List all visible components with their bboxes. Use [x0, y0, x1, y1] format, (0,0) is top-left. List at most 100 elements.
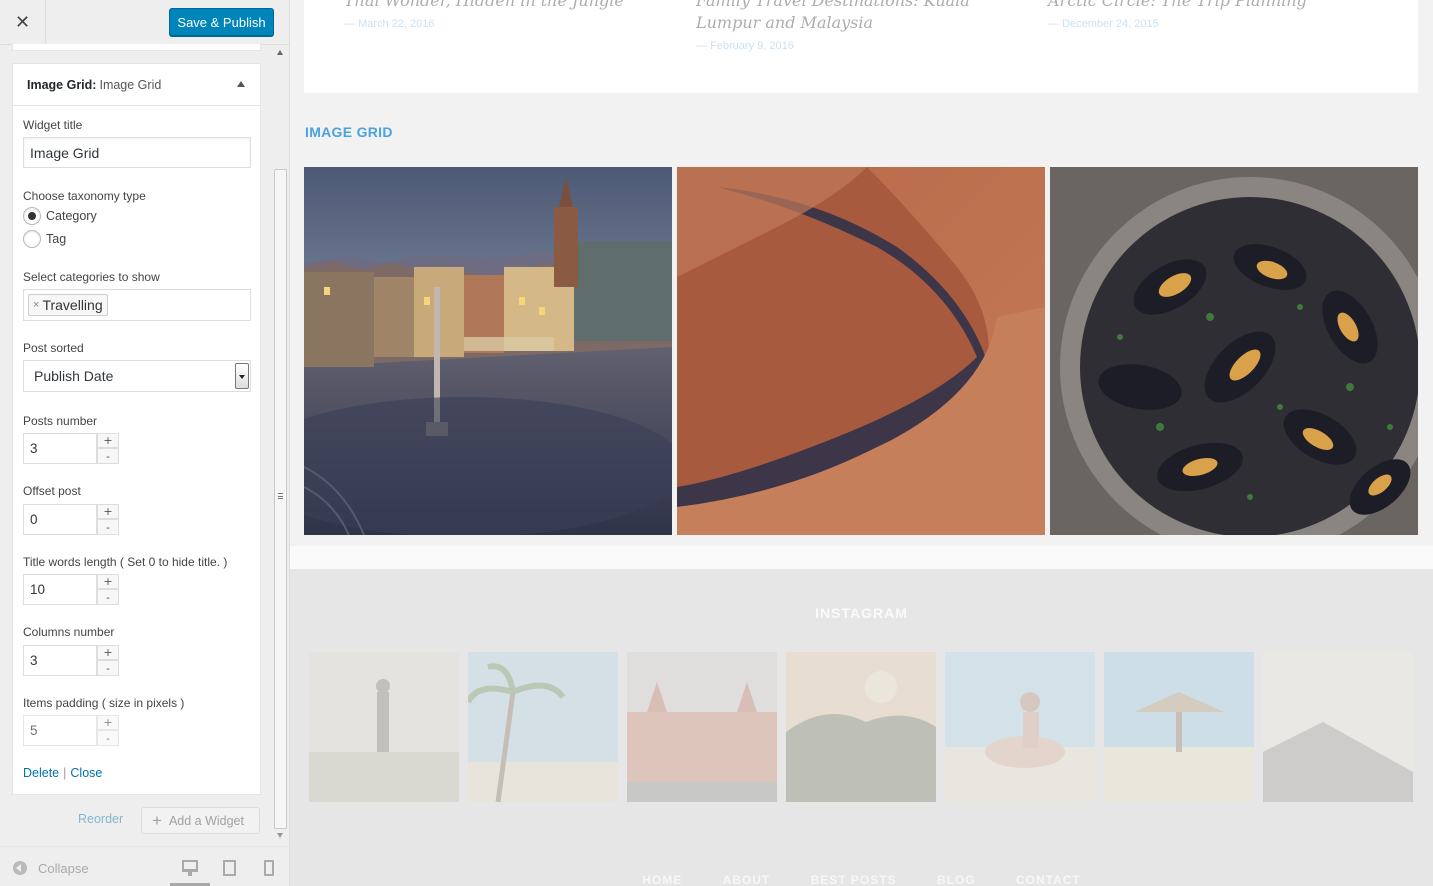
widget-header-title: Image Grid — [99, 77, 162, 92]
post-card[interactable]: Family Travel Destinations: Kuala Lumpur… — [696, 0, 1026, 52]
title-length-stepper[interactable]: 10 + - — [23, 574, 119, 605]
remove-tag-icon[interactable]: × — [33, 299, 39, 311]
widget-actions: Delete | Close — [23, 766, 102, 780]
decrement-button[interactable]: - — [97, 448, 119, 464]
reorder-link[interactable]: Reorder — [78, 812, 123, 826]
widget-title-input[interactable]: Image Grid — [23, 137, 251, 168]
columns-number-label: Columns number — [23, 625, 115, 639]
instagram-photo[interactable] — [627, 652, 777, 802]
close-customizer-icon[interactable]: ✕ — [0, 0, 46, 45]
taxonomy-option-category[interactable]: Category — [23, 207, 97, 225]
increment-button[interactable]: + — [97, 433, 119, 448]
post-date: February 9, 2016 — [696, 40, 1026, 52]
decrement-button[interactable]: - — [97, 660, 119, 676]
post-title[interactable]: Family Travel Destinations: Kuala Lumpur… — [696, 0, 1026, 34]
widget-title-label: Widget title — [23, 118, 83, 132]
actions-separator: | — [63, 766, 67, 780]
close-widget-link[interactable]: Close — [70, 766, 102, 780]
posts-number-label: Posts number — [23, 414, 98, 428]
decrement-button[interactable]: - — [97, 519, 119, 535]
recent-posts-row: Thai Wonder, Hidden in the Jungle March … — [304, 0, 1418, 93]
post-sorted-value: Publish Date — [34, 368, 114, 384]
customizer-header: ✕ Save & Publish — [0, 0, 289, 45]
tag-radio[interactable] — [23, 230, 41, 248]
items-padding-stepper[interactable]: 5 + - — [23, 715, 119, 746]
categories-label: Select categories to show — [23, 270, 160, 284]
sidebar-scrollbar[interactable] — [272, 44, 289, 844]
post-date: December 24, 2015 — [1048, 18, 1348, 30]
grid-image-city[interactable] — [304, 167, 672, 535]
category-tag-travelling: × Travelling — [28, 294, 108, 316]
scroll-down-arrow-icon[interactable] — [277, 833, 283, 838]
items-padding-label: Items padding ( size in pixels ) — [23, 696, 185, 710]
footer-nav-contact[interactable]: CONTACT — [1016, 873, 1081, 886]
site-preview: Thai Wonder, Hidden in the Jungle March … — [290, 0, 1433, 886]
post-title[interactable]: Arctic Circle: The Trip Planning — [1048, 0, 1348, 12]
instagram-photo[interactable] — [786, 652, 936, 802]
decrement-button[interactable]: - — [97, 730, 119, 746]
grid-image-desert[interactable] — [677, 167, 1045, 535]
post-sorted-label: Post sorted — [23, 341, 84, 355]
previous-widget-stub — [12, 44, 261, 51]
category-radio[interactable] — [23, 207, 41, 225]
customizer-sidebar: ✕ Save & Publish Image Grid: Image Grid … — [0, 0, 290, 886]
post-date: March 22, 2016 — [344, 18, 644, 30]
post-sorted-select[interactable]: Publish Date — [23, 360, 251, 392]
footer-nav-about[interactable]: ABOUT — [723, 873, 771, 886]
post-title[interactable]: Thai Wonder, Hidden in the Jungle — [344, 0, 644, 12]
widget-header[interactable]: Image Grid: Image Grid — [13, 64, 260, 106]
image-grid-widget: Image Grid: Image Grid Widget title Imag… — [12, 63, 261, 795]
columns-number-stepper[interactable]: 3 + - — [23, 645, 119, 676]
save-publish-button[interactable]: Save & Publish — [169, 8, 274, 36]
tablet-preview-icon[interactable] — [223, 860, 236, 876]
plus-icon: + — [152, 810, 162, 830]
posts-number-stepper[interactable]: 3 + - — [23, 433, 119, 464]
post-card[interactable]: Arctic Circle: The Trip Planning Decembe… — [1048, 0, 1348, 30]
instagram-photo[interactable] — [468, 652, 618, 802]
footer-nav-best-posts[interactable]: BEST POSTS — [811, 873, 897, 886]
increment-button[interactable]: + — [97, 715, 119, 730]
collapse-arrow-icon[interactable] — [13, 861, 27, 875]
instagram-section: INSTAGRAM HOME ABOUT BEST POSTS BLOG CON… — [290, 569, 1433, 886]
taxonomy-option-tag[interactable]: Tag — [23, 230, 66, 248]
image-grid-heading: IMAGE GRID — [305, 124, 393, 140]
categories-multiselect[interactable]: × Travelling — [23, 289, 251, 321]
offset-post-stepper[interactable]: 0 + - — [23, 504, 119, 535]
scroll-grip-icon — [278, 493, 283, 499]
instagram-photo[interactable] — [309, 652, 459, 802]
delete-widget-link[interactable]: Delete — [23, 766, 59, 780]
scrollbar-thumb[interactable] — [274, 169, 287, 829]
widget-header-type: Image Grid: — [27, 77, 97, 92]
decrement-button[interactable]: - — [97, 589, 119, 605]
posts-number-input[interactable]: 3 — [23, 433, 97, 464]
collapse-button[interactable]: Collapse — [38, 861, 89, 876]
desktop-preview-icon[interactable] — [182, 860, 198, 876]
grid-image-mussels[interactable] — [1050, 167, 1418, 535]
footer-nav-home[interactable]: HOME — [642, 873, 682, 886]
title-length-input[interactable]: 10 — [23, 574, 97, 605]
add-widget-button[interactable]: + Add a Widget — [141, 807, 260, 834]
customizer-footer: Collapse — [0, 846, 289, 886]
offset-post-label: Offset post — [23, 484, 81, 498]
footer-nav-blog[interactable]: BLOG — [937, 873, 976, 886]
taxonomy-type-label: Choose taxonomy type — [23, 189, 146, 203]
post-card[interactable]: Thai Wonder, Hidden in the Jungle March … — [344, 0, 644, 30]
offset-post-input[interactable]: 0 — [23, 504, 97, 535]
section-spacer — [290, 546, 1433, 570]
add-widget-label: Add a Widget — [168, 813, 244, 828]
scroll-up-arrow-icon[interactable] — [277, 50, 283, 55]
increment-button[interactable]: + — [97, 645, 119, 660]
instagram-heading: INSTAGRAM — [815, 605, 908, 621]
footer-navigation: HOME ABOUT BEST POSTS BLOG CONTACT — [290, 873, 1433, 886]
instagram-photo[interactable] — [1263, 652, 1413, 802]
widget-collapse-arrow-icon[interactable] — [237, 81, 245, 87]
mobile-preview-icon[interactable] — [264, 860, 274, 876]
instagram-photo[interactable] — [945, 652, 1095, 802]
category-tag-label: Travelling — [42, 297, 103, 313]
chevron-down-icon[interactable] — [235, 363, 249, 389]
instagram-photo[interactable] — [1104, 652, 1254, 802]
items-padding-input[interactable]: 5 — [23, 715, 97, 746]
columns-number-input[interactable]: 3 — [23, 645, 97, 676]
increment-button[interactable]: + — [97, 504, 119, 519]
increment-button[interactable]: + — [97, 574, 119, 589]
